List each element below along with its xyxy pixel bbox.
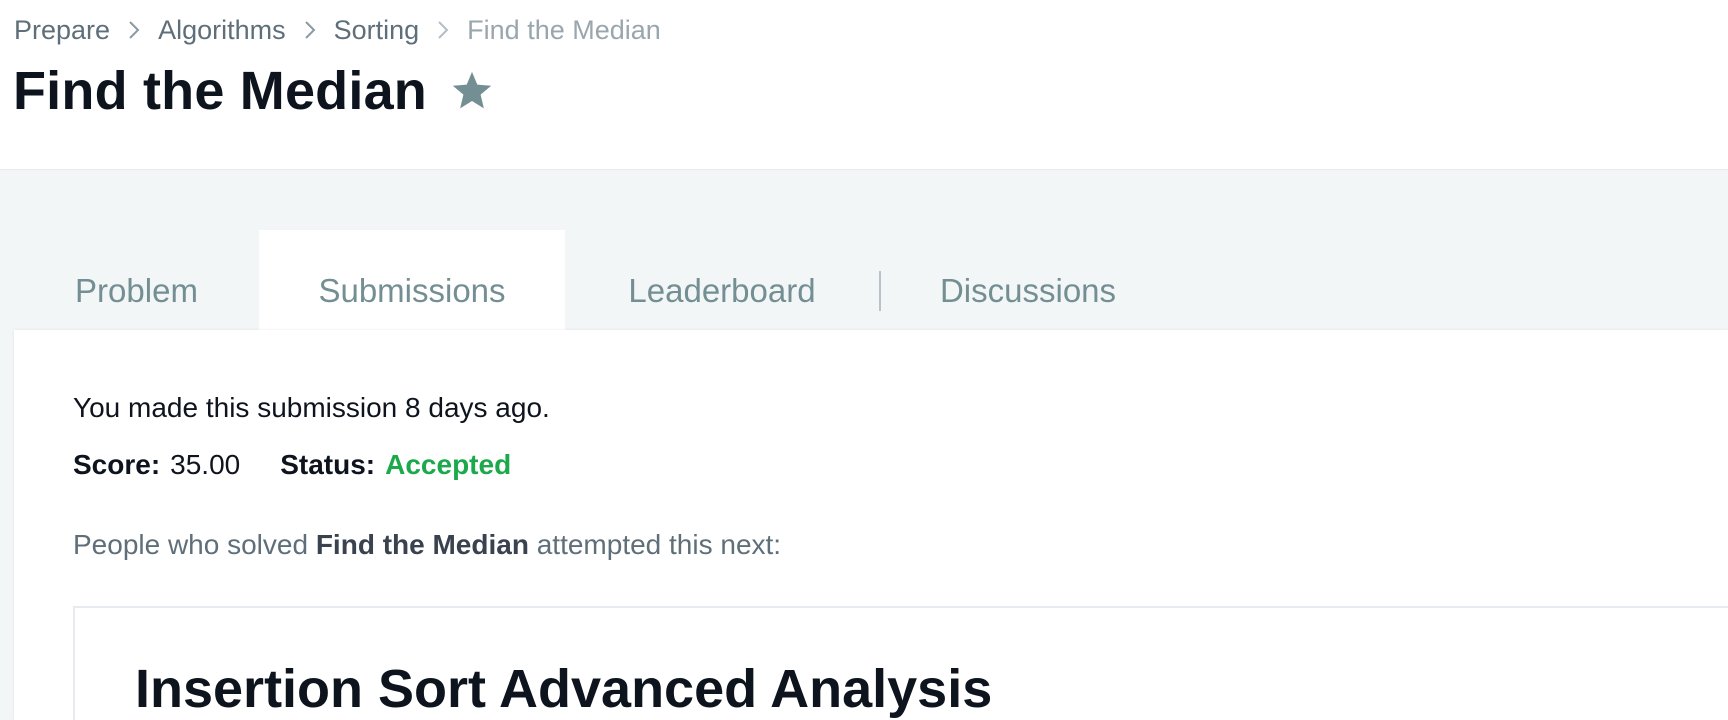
tab-leaderboard[interactable]: Leaderboard [565,230,879,330]
score-label: Score: [73,449,161,480]
next-challenge-title[interactable]: Insertion Sort Advanced Analysis [135,658,992,720]
tab-discussions[interactable]: Discussions [881,230,1175,330]
page-header: Prepare Algorithms Sorting Find the Medi… [0,0,1728,170]
tab-problem[interactable]: Problem [14,230,259,330]
breadcrumb-current: Find the Median [467,14,661,45]
tab-submissions[interactable]: Submissions [259,230,565,330]
submission-card: You made this submission 8 days ago. Sco… [14,330,1728,720]
status-label: Status: [280,449,376,480]
page-title: Find the Median [13,61,427,121]
page-title-row: Find the Median [13,58,495,124]
breadcrumb: Prepare Algorithms Sorting Find the Medi… [14,12,661,48]
status-badge: Accepted [385,449,512,480]
next-challenge-card[interactable]: Insertion Sort Advanced Analysis [73,606,1728,720]
next-prefix: People who solved [73,529,316,560]
chevron-right-icon [419,12,467,48]
next-suggestion-text: People who solved Find the Median attemp… [73,529,781,561]
star-icon[interactable] [449,68,495,114]
breadcrumb-sorting[interactable]: Sorting [334,15,420,46]
chevron-right-icon [286,12,334,48]
tab-bar: Problem Submissions Leaderboard Discussi… [14,230,1175,330]
chevron-right-icon [110,12,158,48]
next-suffix: attempted this next: [528,529,782,560]
breadcrumb-prepare[interactable]: Prepare [14,15,110,46]
breadcrumb-algorithms[interactable]: Algorithms [158,15,286,46]
score-row: Score: 35.00 Status: Accepted [73,449,511,481]
submission-time-text: You made this submission 8 days ago. [73,392,550,423]
score-value: 35.00 [170,449,241,480]
next-challenge-name: Find the Median [315,529,529,560]
